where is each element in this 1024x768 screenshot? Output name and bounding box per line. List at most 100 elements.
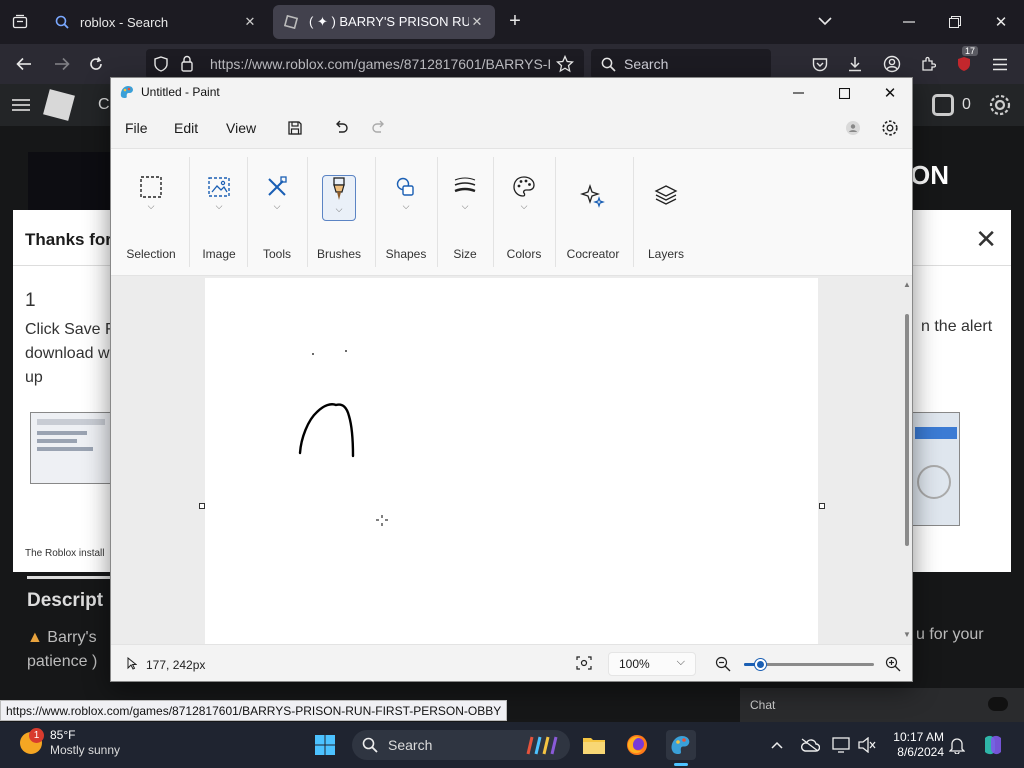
taskbar-search[interactable]: Search [352,730,570,760]
ribbon-group-brushes[interactable]: ⌵ Brushes [313,149,365,275]
download-icon[interactable] [843,52,867,76]
close-tab-icon[interactable]: ✕ [469,14,485,30]
ribbon-group-layers[interactable]: Layers [639,149,693,275]
menu-file[interactable]: File [125,120,148,136]
onedrive-cloud-icon[interactable] [795,730,825,760]
sparkle-icon[interactable] [576,183,610,229]
scroll-down-arrow-icon[interactable]: ▼ [903,630,911,639]
tab-barrys-prison-run[interactable]: ( ✦ ) BARRY'S PRISON RUN! (FIF ✕ [273,5,495,39]
ribbon-group-colors[interactable]: ⌵ Colors [499,149,549,275]
paint-title-bar[interactable]: Untitled - Paint ✕ [111,78,912,108]
ribbon-group-size[interactable]: ⌵ Size [443,149,487,275]
zoom-out-icon[interactable] [715,656,731,675]
extension-shield-icon[interactable]: 17 [952,46,979,76]
fit-to-window-icon[interactable] [576,656,592,673]
zoom-in-icon[interactable] [885,656,901,675]
list-all-tabs-chevron-icon[interactable] [814,10,836,32]
chat-label: Chat [750,698,776,712]
system-clock[interactable]: 10:17 AM 8/6/2024 [884,730,944,760]
weather-temp: 85°F [50,728,76,742]
roblox-logo-icon[interactable] [43,89,75,121]
shield-icon[interactable] [154,56,168,75]
zoom-slider[interactable] [744,659,874,670]
zoom-level-select[interactable]: 100% ⌵ [608,652,696,676]
description-line: patience ) [27,653,98,670]
tab-title: ( ✦ ) BARRY'S PRISON RUN! (FIF [309,14,469,29]
canvas-resize-handle-left[interactable] [199,503,205,509]
back-arrow-icon[interactable] [12,52,36,76]
undo-icon[interactable] [329,116,353,140]
tab-roblox-search[interactable]: roblox - Search ✕ [44,5,268,39]
windows-start-icon[interactable] [310,730,340,760]
restore-browser-button[interactable] [932,6,978,38]
zoom-slider-knob[interactable] [755,659,766,670]
drawing-canvas[interactable] [205,278,818,644]
copilot-icon[interactable] [978,730,1008,760]
menu-edit[interactable]: Edit [174,120,198,136]
canvas-resize-handle-right[interactable] [819,503,825,509]
ribbon-group-image[interactable]: ⌵ Image [195,149,243,275]
settings-gear-icon[interactable] [878,116,902,140]
show-hidden-icons-chevron-icon[interactable] [762,730,792,760]
save-icon[interactable] [283,116,307,140]
weather-description: Mostly sunny [50,743,121,757]
ribbon-group-selection[interactable]: ⌵ Selection [119,149,183,275]
ribbon-divider [555,157,556,267]
menu-view[interactable]: View [226,120,256,136]
tab-overview-icon[interactable] [8,10,32,34]
chevron-down-icon: ⌵ [215,201,223,211]
roblox-settings-gear-icon[interactable] [988,93,1012,120]
ribbon-group-tools[interactable]: ⌵ Tools [253,149,301,275]
redo-icon[interactable] [367,116,391,140]
ribbon-divider [375,157,376,267]
modal-footer-text: The Roblox install [25,548,105,559]
file-explorer-icon[interactable] [579,730,609,760]
selection-icon[interactable]: ⌵ [134,175,168,221]
ribbon-group-cocreator[interactable]: Cocreator [561,149,625,275]
web-search-bar[interactable]: Search [591,49,771,79]
url-text[interactable]: https://www.roblox.com/games/8712817601/… [210,56,550,72]
roblox-menu-hamburger-icon[interactable] [12,98,30,115]
paint-taskbar-icon[interactable] [666,730,696,766]
paint-minimize-button[interactable] [775,78,821,108]
close-browser-button[interactable]: ✕ [978,6,1024,38]
tools-icon[interactable]: ⌵ [260,175,294,221]
notifications-bell-icon[interactable] [942,730,972,760]
scrollbar-thumb[interactable] [905,314,909,546]
shapes-icon[interactable]: ⌵ [389,175,423,221]
alert-screenshot-image [912,412,960,526]
robux-icon[interactable] [932,94,954,116]
account-icon[interactable] [880,52,904,76]
close-tab-icon[interactable]: ✕ [242,14,258,30]
ribbon-group-shapes[interactable]: ⌵ Shapes [381,149,431,275]
paint-close-button[interactable]: ✕ [867,78,913,108]
forward-arrow-icon[interactable] [50,52,74,76]
account-avatar-icon[interactable] [841,116,865,140]
extensions-puzzle-icon[interactable] [916,52,940,76]
game-thumbnail[interactable] [28,152,118,212]
ribbon-label: Image [202,247,236,261]
scroll-up-arrow-icon[interactable]: ▲ [903,280,911,289]
firefox-icon[interactable] [622,730,652,760]
layers-icon[interactable] [649,183,683,229]
palette-icon[interactable]: ⌵ [507,175,541,221]
ribbon-label: Colors [506,247,542,261]
lock-icon[interactable] [180,55,194,75]
image-icon[interactable]: ⌵ [202,175,236,221]
volume-muted-icon[interactable] [852,730,882,760]
chat-bar[interactable]: Chat [740,688,1024,722]
brush-icon[interactable]: ⌵ [322,175,356,221]
new-tab-button[interactable]: + [504,10,526,32]
weather-widget[interactable]: 1 85°F Mostly sunny [20,728,120,758]
bookmark-star-icon[interactable] [555,54,575,76]
app-menu-hamburger-icon[interactable] [988,52,1012,76]
minimize-browser-button[interactable] [886,6,932,38]
paint-maximize-button[interactable] [821,78,867,108]
vertical-scrollbar[interactable]: ▲ ▼ [903,276,911,644]
size-icon[interactable]: ⌵ [448,175,482,221]
description-divider [27,576,111,579]
modal-close-icon[interactable]: ✕ [975,224,997,255]
reload-icon[interactable] [84,52,108,76]
address-bar[interactable]: https://www.roblox.com/games/8712817601/… [146,49,584,79]
pocket-icon[interactable] [808,52,832,76]
